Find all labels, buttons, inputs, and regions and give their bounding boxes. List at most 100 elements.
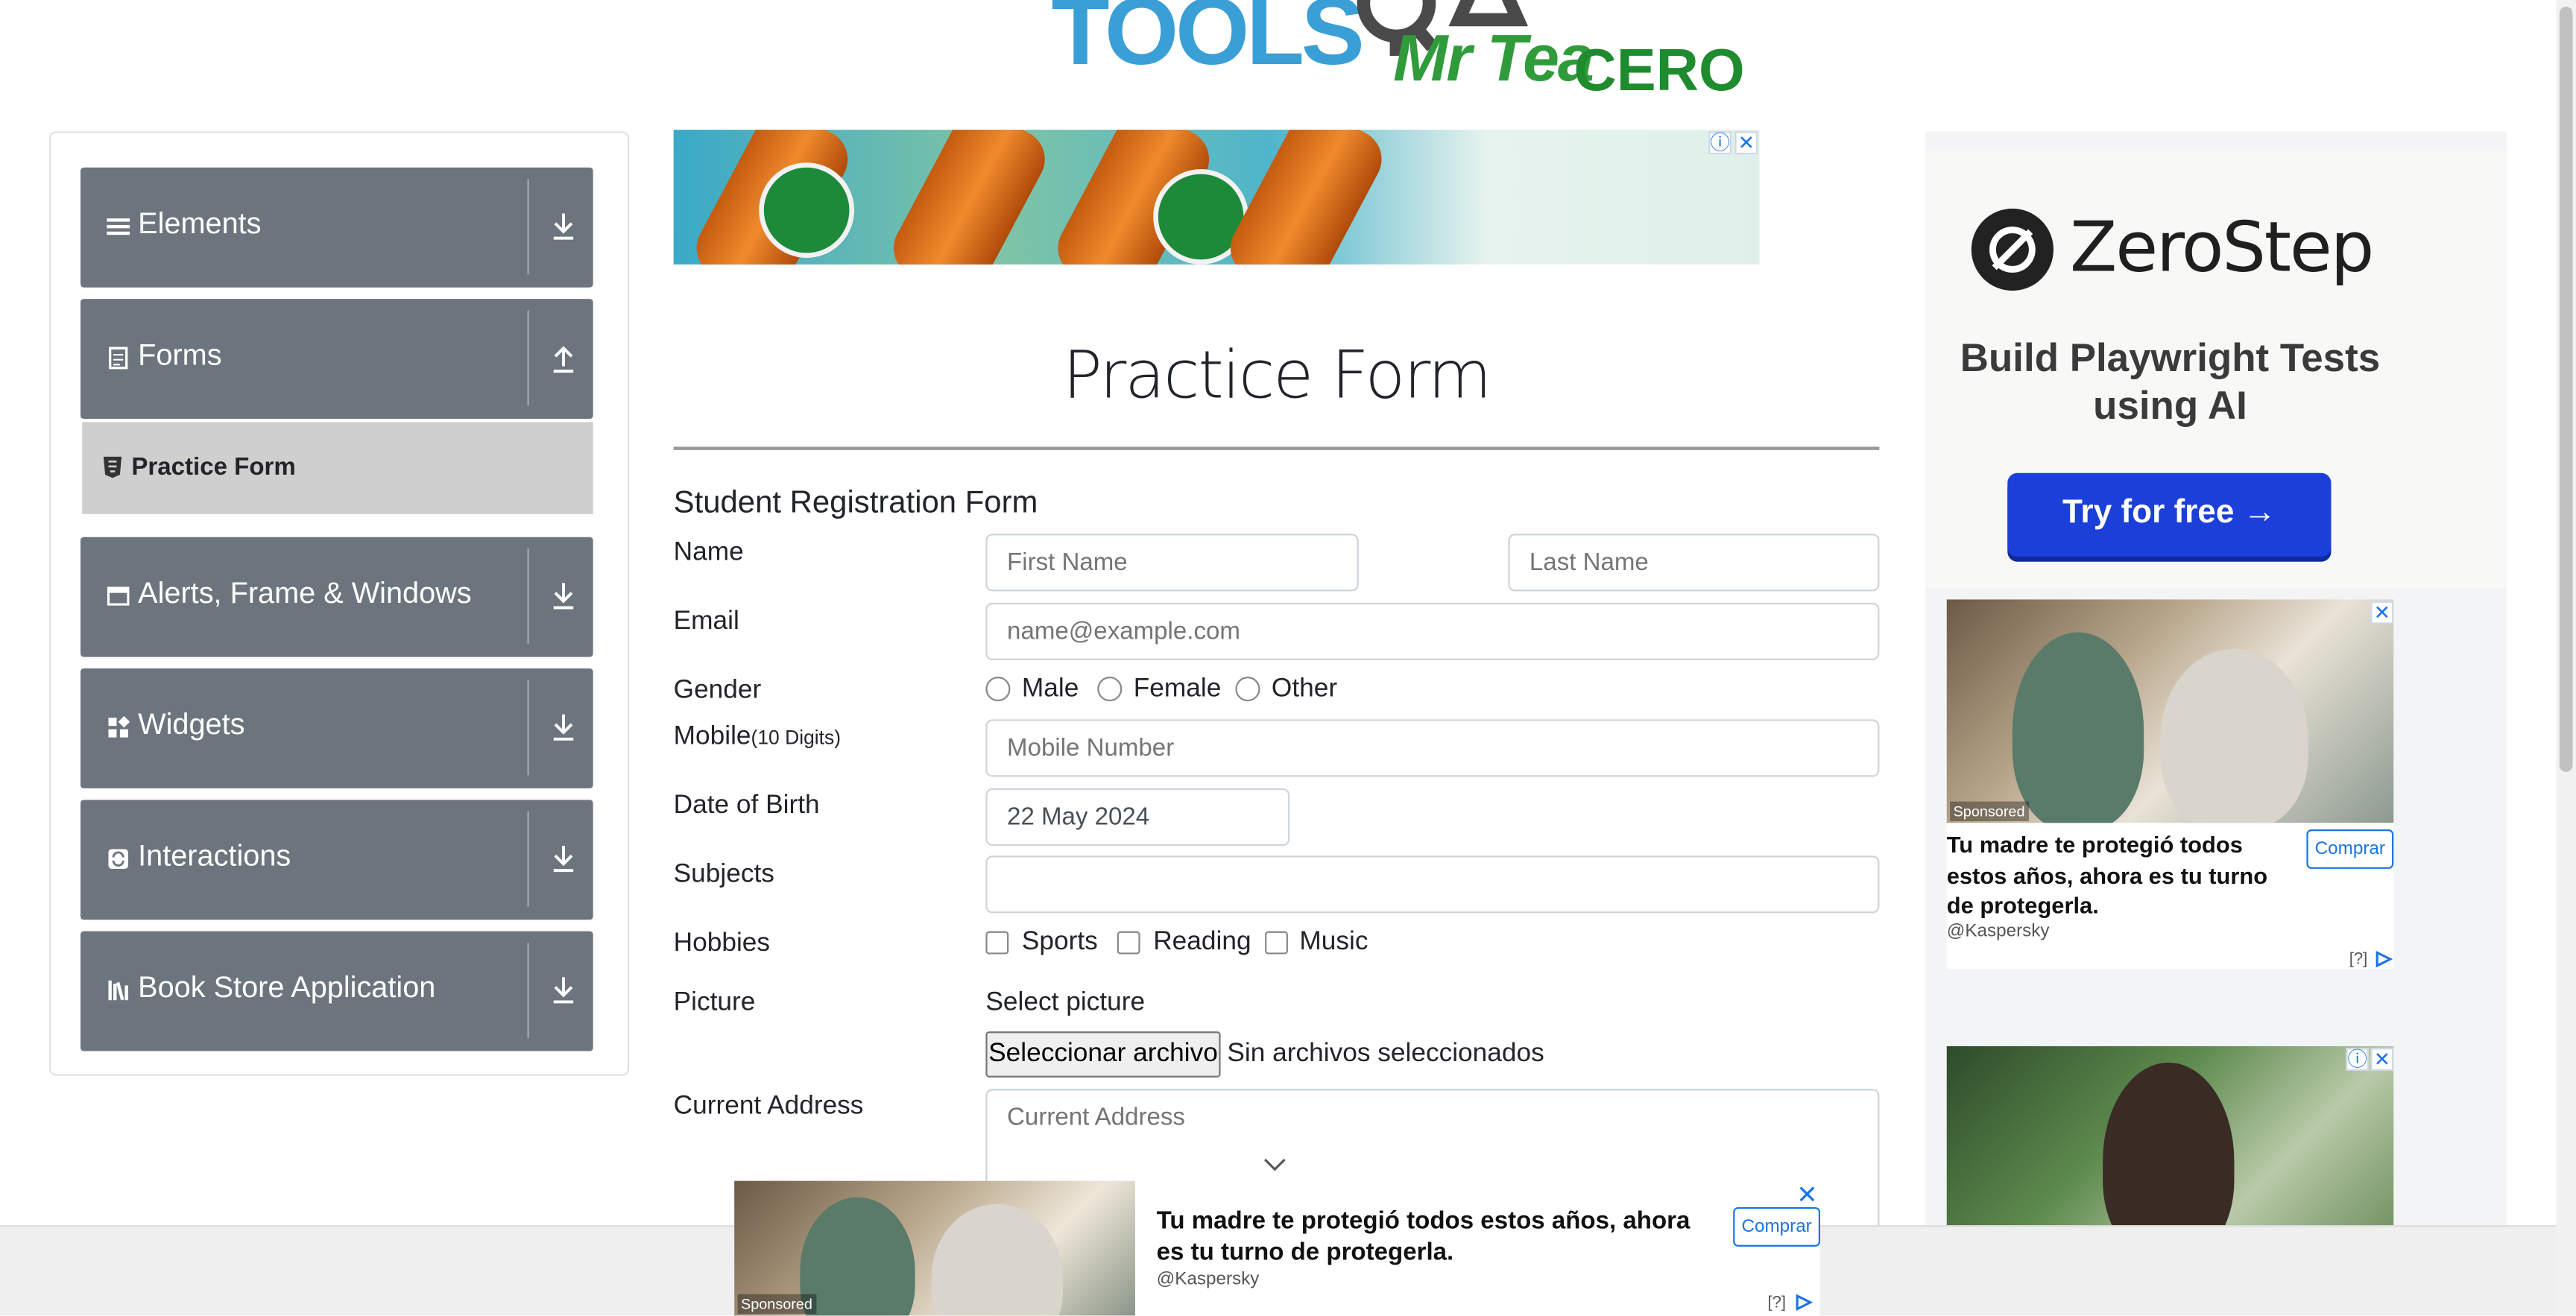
sponsored-label: Sponsored <box>737 1294 816 1315</box>
sidebar-group-book-store[interactable]: Book Store Application <box>80 931 593 1051</box>
page-title: Practice Form <box>1062 338 1492 414</box>
window-icon <box>107 586 130 606</box>
gender-other-label[interactable]: Other <box>1272 675 1337 705</box>
logo-text: TOOLS <box>1051 0 1365 86</box>
mobile-label-text: Mobile <box>673 722 751 751</box>
try-for-free-button[interactable]: Try for free → <box>2007 472 2332 557</box>
date-of-birth-label: Date of Birth <box>673 791 820 820</box>
divider <box>527 811 529 907</box>
bottom-banner-ad[interactable]: Sponsored Tu madre te protegió todos est… <box>734 1180 1821 1316</box>
ad-headline[interactable]: Tu madre te protegió todos estos años, a… <box>1947 829 2295 920</box>
mobile-hint: (10 Digits) <box>751 726 842 750</box>
ad-brand-text: Mr Tea <box>1392 22 1594 95</box>
chevron-down-icon[interactable] <box>1263 1157 1287 1173</box>
sidebar-group-elements[interactable]: Elements <box>80 167 593 288</box>
ad-person-image <box>800 1197 915 1316</box>
email-label: Email <box>673 607 739 636</box>
ad-info-link[interactable]: [?] <box>1768 1294 1787 1312</box>
gender-label: Gender <box>673 677 762 705</box>
sidebar-group-label: Interactions <box>138 839 291 873</box>
mobile-input[interactable] <box>985 719 1880 777</box>
sidebar-item-label: Practice Form <box>131 453 296 481</box>
hobby-music-label[interactable]: Music <box>1299 928 1368 958</box>
ad-bottle-image <box>1219 130 1392 265</box>
gender-female-label[interactable]: Female <box>1134 675 1222 705</box>
sidebar-group-interactions[interactable]: Interactions <box>80 800 593 920</box>
ad-headline[interactable]: Tu madre te protegió todos estos años, a… <box>1157 1207 1723 1268</box>
first-name-input[interactable] <box>985 534 1359 592</box>
sponsored-label: Sponsored <box>1950 801 2028 821</box>
ad-person-image <box>2160 648 2308 823</box>
interactions-icon <box>108 849 128 869</box>
download-arrow-icon <box>553 977 574 1004</box>
title-divider <box>673 446 1880 450</box>
divider <box>527 548 529 644</box>
sidebar-group-label: Forms <box>138 338 222 372</box>
sidebar-group-widgets[interactable]: Widgets <box>80 668 593 788</box>
ad-bottle-image <box>883 130 1055 265</box>
download-arrow-icon <box>553 583 574 610</box>
hobby-reading-label[interactable]: Reading <box>1153 928 1251 958</box>
ad-close-icon[interactable]: ✕ <box>2370 1048 2394 1072</box>
email-input[interactable] <box>985 602 1880 661</box>
ad-info-link[interactable]: [?] <box>2349 951 2368 969</box>
ad-label-image <box>759 162 855 259</box>
choose-file-button[interactable]: Seleccionar archivo <box>985 1031 1221 1078</box>
library-icon <box>108 980 128 1001</box>
divider <box>527 310 529 406</box>
subjects-label: Subjects <box>673 860 774 889</box>
name-label: Name <box>673 538 744 567</box>
scrollbar-thumb[interactable] <box>2559 6 2573 772</box>
ad-person-image <box>2103 1062 2235 1244</box>
subjects-input[interactable] <box>985 855 1880 914</box>
gender-other-radio[interactable] <box>1235 677 1260 702</box>
adchoices-icon[interactable] <box>2374 951 2393 968</box>
ad-photo: Sponsored <box>734 1180 1135 1316</box>
kaspersky-ad-card[interactable]: Sponsored Tu madre te protegió todos est… <box>1946 599 2394 969</box>
ad-plant-image[interactable] <box>1946 1045 2394 1244</box>
hobbies-label: Hobbies <box>673 929 771 958</box>
zerostep-logo-icon <box>1971 208 2053 291</box>
download-arrow-icon <box>553 846 574 873</box>
ad-close-icon[interactable]: ✕ <box>1734 131 1758 155</box>
sidebar-group-label: Elements <box>138 206 262 240</box>
ad-source: @Kaspersky <box>1156 1269 1260 1290</box>
sidebar-item-practice-form[interactable]: Practice Form <box>82 422 593 514</box>
hobby-music-checkbox[interactable] <box>1265 931 1288 955</box>
zerostep-tagline: Build Playwright Tests using AI <box>1960 336 2381 429</box>
document-icon <box>109 347 128 370</box>
sidebar-group-forms[interactable]: Forms <box>80 299 593 420</box>
ad-close-icon[interactable] <box>1797 1184 1816 1203</box>
menu-icon <box>107 218 130 235</box>
sidebar-group-label: Alerts, Frame & Windows <box>138 576 472 610</box>
hobby-sports-checkbox[interactable] <box>985 931 1009 955</box>
html5-icon <box>103 456 122 478</box>
upload-arrow-icon <box>553 346 574 373</box>
current-address-label: Current Address <box>673 1092 864 1121</box>
last-name-input[interactable] <box>1508 534 1880 592</box>
ad-info-icon[interactable]: ⓘ <box>2346 1048 2370 1072</box>
file-status-text: Sin archivos seleccionados <box>1227 1040 1544 1068</box>
zerostep-brand: ZeroStep <box>2070 206 2374 288</box>
download-arrow-icon <box>553 714 574 741</box>
gender-female-radio[interactable] <box>1097 677 1123 702</box>
sidebar-group-alerts[interactable]: Alerts, Frame & Windows <box>80 537 593 657</box>
sidebar-group-label: Book Store Application <box>138 970 436 1004</box>
divider <box>527 680 529 776</box>
ad-person-image <box>2012 632 2144 823</box>
hobby-reading-checkbox[interactable] <box>1117 931 1140 955</box>
date-of-birth-input[interactable]: 22 May 2024 <box>985 788 1290 847</box>
ad-info-icon[interactable]: ⓘ <box>1708 131 1732 155</box>
hobby-sports-label[interactable]: Sports <box>1022 928 1098 958</box>
top-banner-ad[interactable] <box>673 130 1760 265</box>
adchoices-icon[interactable] <box>1794 1294 1813 1311</box>
ad-close-icon[interactable]: ✕ <box>2370 601 2394 624</box>
widgets-icon <box>108 715 130 738</box>
buy-button[interactable]: Comprar <box>1733 1206 1821 1247</box>
gender-male-radio[interactable] <box>985 677 1011 702</box>
gender-male-label[interactable]: Male <box>1022 675 1079 705</box>
sidebar: Elements Forms Practice Form Alerts, Fra… <box>49 131 630 1076</box>
buy-button[interactable]: Comprar <box>2306 829 2394 869</box>
ad-person-image <box>931 1203 1063 1316</box>
ad-brand-suffix: CERO <box>1573 36 1745 104</box>
